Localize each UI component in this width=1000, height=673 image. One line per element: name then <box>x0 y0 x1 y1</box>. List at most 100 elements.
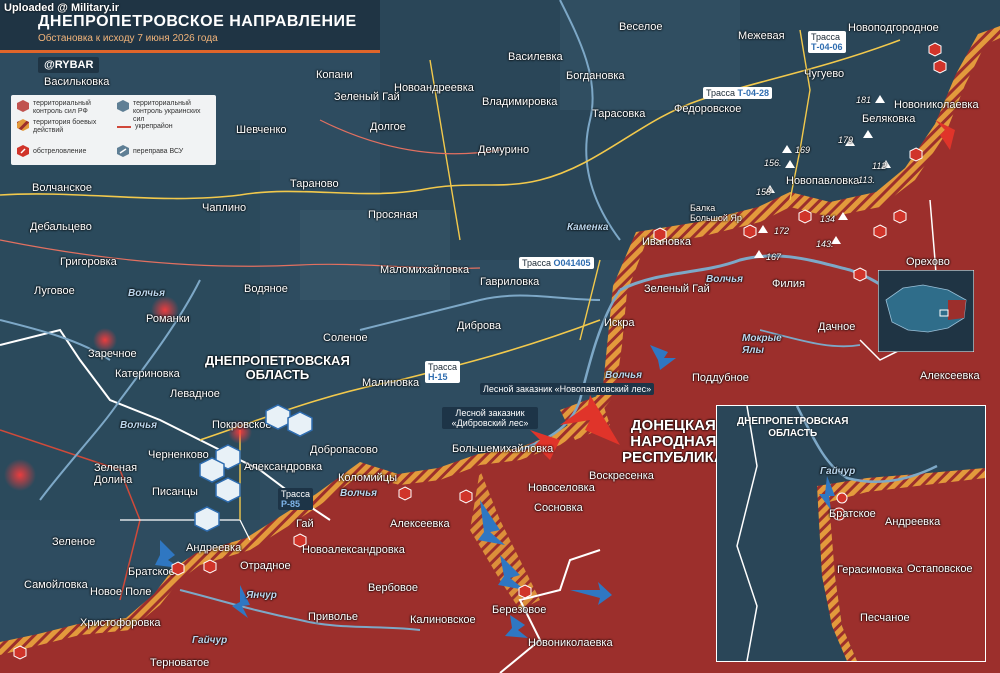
road-name: Трасса <box>522 258 552 268</box>
town-label: Луговое <box>34 285 75 297</box>
town-label: Долгое <box>370 121 406 133</box>
town-label: Писанцы <box>152 486 198 498</box>
town-label: Сосновка <box>534 502 583 514</box>
town-label: Зеленый Гай <box>334 91 400 103</box>
town-label: Ивановка <box>642 236 691 248</box>
height-label: 143. <box>816 239 834 249</box>
town-label: Тарасовка <box>592 108 646 120</box>
height-label: 134 <box>820 214 836 224</box>
town-label: Большемихайловка <box>452 443 554 455</box>
label-line: Балка <box>690 203 716 213</box>
river-label: Гайчур <box>820 466 856 477</box>
town-label: Веселое <box>619 21 663 33</box>
map-title: ДНЕПРОПЕТРОВСКОЕ НАПРАВЛЕНИЕ <box>38 13 357 30</box>
town-label: Романки <box>146 313 190 325</box>
region-label-line: НАРОДНАЯ <box>630 433 717 450</box>
inset-town-label: Остаповское <box>907 563 973 575</box>
river-label: Гайчур <box>192 635 228 646</box>
town-label: Коломийцы <box>338 472 398 484</box>
river-label: Волчья <box>120 420 157 431</box>
region-label-line: ОБЛАСТЬ <box>245 367 310 382</box>
town-label: Демурино <box>478 144 530 156</box>
inset-town-label: Песчаное <box>860 612 910 624</box>
town-label: Поддубное <box>692 372 749 384</box>
town-label: Новоподгородное <box>848 22 939 34</box>
town-label: Черненково <box>148 449 209 461</box>
road-code: О041405 <box>553 258 591 268</box>
town-label: Покровское <box>212 419 272 431</box>
region-label-line: ДНЕПРОПЕТРОВСКАЯ <box>205 353 350 368</box>
town-label: Волчанское <box>32 182 92 194</box>
town-label: Александровка <box>244 461 323 473</box>
region-label-line: ДОНЕЦКАЯ <box>630 417 716 434</box>
town-label: Шевченко <box>236 124 287 136</box>
combat-zone-icon <box>17 119 29 131</box>
town-label: Новоселовка <box>528 482 595 494</box>
town-label: Новоандреевка <box>394 82 474 94</box>
town-label: Диброва <box>457 320 501 332</box>
legend-ua-control: территориальный контроль украинских сил <box>133 100 201 123</box>
channel-badge: @RYBAR <box>38 57 100 73</box>
river-label: Волчья <box>340 488 377 499</box>
inset-town-label: Андреевка <box>885 516 941 528</box>
town-label: Владимировка <box>482 96 558 108</box>
label-line: Мокрые <box>742 333 782 344</box>
ru-control-icon <box>17 100 29 112</box>
height-label: 181 <box>856 95 872 105</box>
town-label: Дачное <box>818 321 856 333</box>
region-label-dnepr: ДНЕПРОПЕТРОВСКАЯ ОБЛАСТЬ <box>205 354 350 382</box>
town-label: Маломихайловка <box>380 264 470 276</box>
river-label: Янчур <box>246 590 277 601</box>
town-label: Калиновское <box>410 614 476 626</box>
height-label: 179 <box>838 135 854 145</box>
height-label: 156. <box>764 158 782 168</box>
town-label: Василевка <box>508 51 563 63</box>
label-line: Долина <box>94 474 133 486</box>
watermark: Uploaded @ Military.ir <box>4 2 120 14</box>
town-label: Алексеевка <box>390 518 450 530</box>
town-label: Зеленое <box>52 536 96 548</box>
town-label: Федоровское <box>674 103 742 115</box>
town-label: Межевая <box>738 30 785 42</box>
town-label: Новониколаевка <box>894 99 979 111</box>
label-line: ДНЕПРОПЕТРОВСКАЯ <box>737 416 849 427</box>
road-code: Т-04-06 <box>811 42 843 52</box>
town-label: Березовое <box>492 604 547 616</box>
legend-shelling: обстреловление <box>33 148 87 155</box>
river-label: Волчья <box>128 288 165 299</box>
town-label: Гавриловка <box>480 276 540 288</box>
height-label: 112 <box>872 161 887 171</box>
road-label-h15: Трасса Н-15 <box>425 361 461 383</box>
map-subtitle: Обстановка к исходу 7 июня 2026 года <box>38 33 218 44</box>
town-label: Филия <box>772 278 806 290</box>
region-label-dnr: ДОНЕЦКАЯ НАРОДНАЯ РЕСПУБЛИКА <box>622 418 725 466</box>
label-line: Зеленая <box>94 462 138 474</box>
town-label: Водяное <box>244 283 288 295</box>
crossing-icon <box>117 145 129 157</box>
town-label: Андреевка <box>186 542 242 554</box>
inset-town-label: Братское <box>829 508 876 520</box>
town-label: Добропасово <box>310 444 378 456</box>
reserve-label-novopavlovsky: Лесной заказник «Новопавловский лес» <box>480 383 655 395</box>
legend-crossing: переправа ВСУ <box>133 148 184 155</box>
town-label: Григоровка <box>60 256 117 268</box>
town-label: Левадное <box>170 388 220 400</box>
town-label: Самойловка <box>24 579 88 591</box>
fortification-icon <box>117 126 131 128</box>
height-label: 167 <box>766 252 782 262</box>
town-label: Воскресенка <box>589 470 654 482</box>
town-label: Васильковка <box>44 76 110 88</box>
road-label-o041405: Трасса О041405 <box>519 257 594 269</box>
road-label-t0406: Трасса Т-04-06 <box>808 31 846 53</box>
label-line: Большой Яр <box>690 213 742 223</box>
road-name: Трасса <box>428 362 458 372</box>
town-label: Катериновка <box>115 368 180 380</box>
town-label: Зеленый Гай <box>644 283 710 295</box>
road-code: Н-15 <box>428 372 448 382</box>
town-label: Новониколаевка <box>528 637 613 649</box>
town-label: Новопавловка <box>786 175 860 187</box>
inset-region-label: ДНЕПРОПЕТРОВСКАЯ ОБЛАСТЬ <box>737 416 848 440</box>
label-line: Ялы <box>742 345 765 356</box>
town-label: Братское <box>128 566 175 578</box>
inset-map: ДНЕПРОПЕТРОВСКАЯ ОБЛАСТЬ Братское Андрее… <box>716 405 986 662</box>
